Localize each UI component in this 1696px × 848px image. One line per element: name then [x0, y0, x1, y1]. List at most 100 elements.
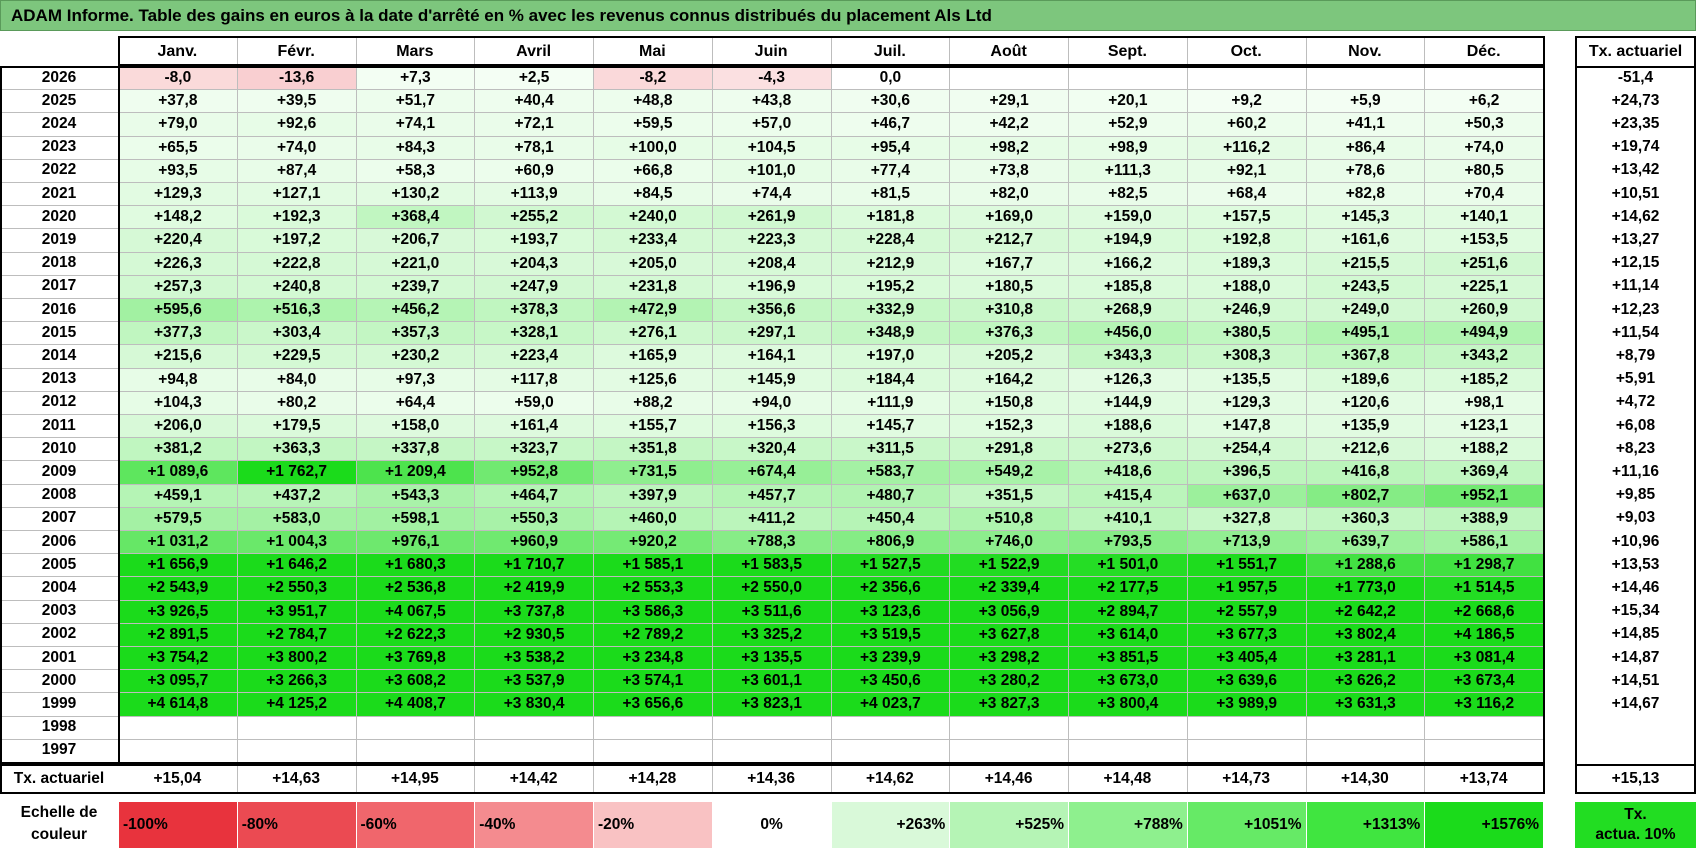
row-tx-actuariel: +11,54 [1612, 323, 1659, 341]
heatmap-cell: +3 537,9 [475, 670, 593, 693]
heatmap-cell: +367,8 [1306, 345, 1425, 368]
color-scale-swatch: -60% [356, 802, 475, 848]
heatmap-cell: +456,0 [1069, 322, 1187, 345]
heatmap-cell: +327,8 [1187, 507, 1306, 530]
heatmap-cell: +1 710,7 [475, 554, 593, 577]
grid-line [0, 414, 1543, 415]
grid-line [0, 66, 1543, 67]
footer-cell: +14,36 [747, 770, 796, 787]
row-tx-actuariel: +14,85 [1611, 625, 1660, 643]
heatmap-cell: +363,3 [237, 438, 356, 461]
heatmap-cell: +125,6 [594, 368, 712, 391]
heatmap-cell: +788,3 [712, 531, 831, 554]
heatmap-cell: +74,1 [356, 113, 475, 136]
footer-cell: +14,73 [1222, 770, 1271, 787]
grid-line [0, 576, 1543, 578]
heatmap-cell [950, 739, 1068, 762]
year-label: 2017 [41, 277, 77, 295]
heatmap-cell [831, 739, 950, 762]
row-tx-actuariel: +9,85 [1615, 486, 1656, 504]
heatmap-cell: +472,9 [594, 299, 712, 322]
heatmap-cell: +4 408,7 [356, 693, 475, 716]
color-scale-swatch: +788% [1069, 802, 1187, 848]
heatmap-cell: +147,8 [1187, 415, 1306, 438]
heatmap-cell [1187, 716, 1306, 739]
heatmap-cell: +88,2 [594, 391, 712, 414]
heatmap-cell: +193,7 [475, 229, 593, 252]
heatmap-cell: +976,1 [356, 531, 475, 554]
heatmap-cell: +3 631,3 [1306, 693, 1425, 716]
grid-line [0, 599, 1543, 601]
footer-cell: +14,63 [272, 770, 321, 787]
heatmap-cell: +480,7 [831, 484, 950, 507]
grid-line [0, 344, 1543, 346]
heatmap-cell: +3 116,2 [1425, 693, 1543, 716]
grid-line [0, 460, 1543, 462]
heatmap-cell: +179,5 [237, 415, 356, 438]
heatmap-cell: +4 125,2 [237, 693, 356, 716]
heatmap-cell: +4 067,5 [356, 600, 475, 623]
grid-line [236, 38, 238, 792]
heatmap-cell: +254,4 [1187, 438, 1306, 461]
heatmap-cell: -13,6 [237, 67, 356, 90]
heatmap-cell: +82,8 [1306, 183, 1425, 206]
row-tx-actuariel: +19,74 [1611, 138, 1660, 156]
heatmap-cell: +120,6 [1306, 391, 1425, 414]
heatmap-cell: +378,3 [475, 299, 593, 322]
year-label: 2025 [41, 91, 77, 109]
heatmap-cell: +206,7 [356, 229, 475, 252]
heatmap-cell: +450,4 [831, 507, 950, 530]
grid-line [0, 321, 1543, 323]
heatmap-cell: +98,9 [1069, 136, 1187, 159]
heatmap-cell [712, 716, 831, 739]
heatmap-cell: +3 851,5 [1069, 647, 1187, 670]
grid-line [0, 228, 1543, 230]
color-scale-swatch: +1313% [1306, 802, 1425, 848]
heatmap-cell [1306, 716, 1425, 739]
year-label: 1997 [41, 741, 77, 759]
heatmap-cell: +713,9 [1187, 531, 1306, 554]
grid-line [0, 251, 1543, 253]
heatmap-cell: +637,0 [1187, 484, 1306, 507]
heatmap-cell: +30,6 [831, 90, 950, 113]
heatmap-cell: +116,2 [1187, 136, 1306, 159]
heatmap-cell [1187, 67, 1306, 90]
tx-actuariel-header: Tx. actuariel [1588, 43, 1683, 60]
heatmap-cell: +5,9 [1306, 90, 1425, 113]
heatmap-cell: +360,3 [1306, 507, 1425, 530]
heatmap-cell [950, 67, 1068, 90]
heatmap-cell: +1 656,9 [119, 554, 237, 577]
heatmap-cell: +598,1 [356, 507, 475, 530]
heatmap-cell: +459,1 [119, 484, 237, 507]
heatmap-cell: +195,2 [831, 275, 950, 298]
heatmap-cell: +1 514,5 [1425, 577, 1543, 600]
row-tx-actuariel: +14,87 [1611, 648, 1660, 666]
heatmap-cell: +369,4 [1425, 461, 1543, 484]
heatmap-cell: +746,0 [950, 531, 1068, 554]
month-header: Oct. [1230, 43, 1262, 60]
heatmap-cell: +1 522,9 [950, 554, 1068, 577]
heatmap-cell: +2,5 [475, 67, 593, 90]
heatmap-cell [594, 716, 712, 739]
heatmap-cell: +192,3 [237, 206, 356, 229]
heatmap-cell: +802,7 [1306, 484, 1425, 507]
heatmap-cell: +261,9 [712, 206, 831, 229]
heatmap-cell: +268,9 [1069, 299, 1187, 322]
heatmap-cell: +411,2 [712, 507, 831, 530]
row-tx-actuariel [1575, 739, 1696, 762]
heatmap-cell: +65,5 [119, 136, 237, 159]
heatmap-cell: +1 004,3 [237, 531, 356, 554]
heatmap-cell: +223,3 [712, 229, 831, 252]
row-tx-actuariel: +4,72 [1615, 393, 1656, 411]
color-scale-swatch: -100% [119, 802, 237, 848]
heatmap-cell: +356,6 [712, 299, 831, 322]
heatmap-cell: +145,9 [712, 368, 831, 391]
heatmap-cell: +351,5 [950, 484, 1068, 507]
grid-line [0, 506, 1543, 508]
heatmap-cell: +81,5 [831, 183, 950, 206]
heatmap-cell: +793,5 [1069, 531, 1187, 554]
heatmap-cell: +188,2 [1425, 438, 1543, 461]
heatmap-cell: +320,4 [712, 438, 831, 461]
heatmap-cell [237, 739, 356, 762]
heatmap-cell: +3 802,4 [1306, 623, 1425, 646]
